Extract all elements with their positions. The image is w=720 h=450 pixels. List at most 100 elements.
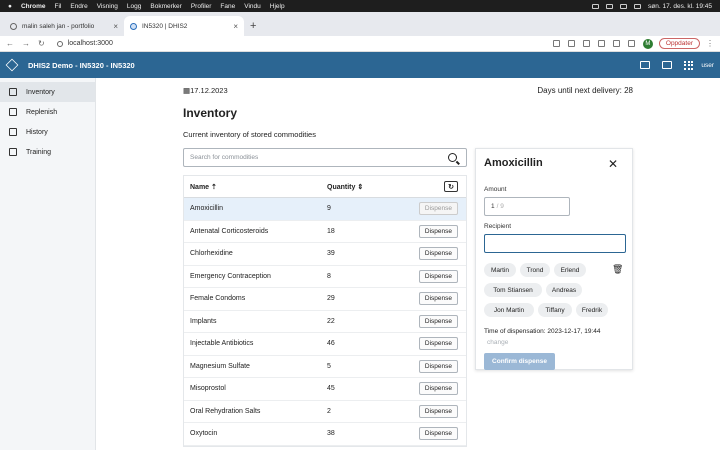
dhis2-logo-icon[interactable] [5,58,19,72]
recipient-chip[interactable]: Tiffany [538,303,572,317]
commodity-quantity: 46 [327,340,335,348]
table-row[interactable]: Female Condoms 29 Dispense [184,288,466,311]
recipient-input[interactable] [484,234,626,253]
dispense-button[interactable]: Dispense [418,269,458,283]
search-placeholder: Search for commodities [190,154,259,161]
new-tab-icon[interactable]: + [250,20,256,32]
quantity-column-header[interactable]: Quantity ⇕ [327,183,412,191]
browser-tab-dhis2[interactable]: IN5320 | DHIS2 × [124,16,244,36]
menu-logg[interactable]: Logg [127,3,141,10]
sidepanel-icon[interactable] [627,40,635,47]
table-row[interactable]: Oxytocin 38 Dispense [184,423,466,446]
table-row[interactable]: Antenatal Corticosteroids 18 Dispense [184,221,466,243]
dispense-button[interactable]: Dispense [418,202,458,216]
close-tab-icon[interactable]: × [113,22,118,31]
search-input[interactable]: Search for commodities [183,148,467,167]
app-menu[interactable]: Chrome [21,3,46,10]
dispense-button[interactable]: Dispense [418,224,458,238]
delivery-countdown: Days until next delivery: 28 [537,86,633,95]
table-row[interactable]: Amoxicillin 9 Dispense [184,198,466,221]
recipient-chip[interactable]: Jon Martin [484,303,534,317]
menubar-clock[interactable]: søn. 17. des. kl. 19:45 [648,3,712,10]
translate-icon[interactable] [567,40,575,47]
menu-endre[interactable]: Endre [70,3,87,10]
dispense-button[interactable]: Dispense [418,382,458,396]
profile-avatar[interactable]: M [642,38,653,49]
battery-icon[interactable] [620,3,628,9]
status-icon[interactable] [592,3,600,9]
sidebar-item-label: Training [26,148,52,156]
update-button[interactable]: Oppdater [658,38,700,49]
table-row[interactable]: Misoprostol 45 Dispense [184,378,466,401]
open-in-app-icon[interactable] [552,40,560,47]
dispense-button[interactable]: Dispense [418,404,458,418]
sidebar-item-history[interactable]: History [0,122,95,142]
extensions-icon[interactable] [612,40,620,47]
apps-grid-icon[interactable] [684,60,694,70]
menu-vindu[interactable]: Vindu [244,3,261,10]
table-row[interactable]: Oral Rehydration Salts 2 Dispense [184,401,466,423]
commodity-name: Antenatal Corticosteroids [190,227,269,235]
confirm-dispense-button[interactable]: Confirm dispense [484,353,555,370]
sidebar-item-training[interactable]: Training [0,142,95,162]
menu-fane[interactable]: Fane [220,3,235,10]
wifi-icon[interactable] [606,3,614,9]
tab-title: malin saleh jan - portfolio [22,22,95,30]
globe-icon [10,22,17,30]
menu-visning[interactable]: Visning [97,3,118,10]
table-row[interactable]: Magnesium Sulfate 5 Dispense [184,356,466,378]
recipient-chip[interactable]: Andreas [546,283,582,297]
site-info-icon[interactable] [56,40,63,47]
url-field[interactable]: localhost:3000 [53,38,545,50]
menu-bokmerker[interactable]: Bokmerker [150,3,181,10]
menu-hjelp[interactable]: Hjelp [270,3,285,10]
table-row[interactable]: Injectable Antibiotics 46 Dispense [184,333,466,356]
table-body: Amoxicillin 9 Dispense Antenatal Corticoste… [184,198,466,446]
more-options-icon[interactable]: ⋮ [706,39,714,48]
change-time-link[interactable]: change [487,339,508,346]
sidebar-item-replenish[interactable]: Replenish [0,102,95,122]
recipient-chip[interactable]: Tom Stiansen [484,283,542,297]
recipient-chip[interactable]: Martin [484,263,516,277]
messages-icon[interactable] [640,61,651,69]
table-row[interactable]: Implants 22 Dispense [184,311,466,333]
dispense-button[interactable]: Dispense [418,292,458,306]
back-icon[interactable]: ← [6,39,14,48]
address-bar: ← → ↻ localhost:3000 M Oppdater ⋮ [0,36,720,52]
commodity-quantity: 29 [327,295,335,303]
name-column-header[interactable]: Name ⇡ [184,183,327,191]
menu-profiler[interactable]: Profiler [191,3,212,10]
control-center-icon[interactable] [634,3,642,9]
mail-icon[interactable] [662,61,673,69]
inventory-table: Name ⇡ Quantity ⇕ ↻ Amoxicillin 9 Dispense… [183,175,467,447]
recipient-chip[interactable]: Trond [520,263,550,277]
forward-icon[interactable]: → [22,39,30,48]
table-row[interactable]: Emergency Contraception 8 Dispense [184,266,466,288]
dhis2-header: DHIS2 Demo - IN5320 - IN5320 user [0,52,720,78]
dispense-button[interactable]: Dispense [418,427,458,441]
user-profile[interactable]: user [701,62,714,69]
dispense-button[interactable]: Dispense [418,359,458,373]
sort-asc-icon[interactable]: ⇡ [211,184,217,191]
trash-icon[interactable]: 🗑 [612,264,623,275]
dispense-button[interactable]: Dispense [418,337,458,351]
share-icon[interactable] [582,40,590,47]
commodity-quantity: 8 [327,272,331,280]
recipient-chip[interactable]: Fredrik [576,303,608,317]
table-row[interactable]: Chlorhexidine 39 Dispense [184,243,466,266]
amount-field[interactable]: 1 / 9 [484,197,570,216]
search-icon[interactable] [448,153,457,162]
dispense-button[interactable]: Dispense [418,247,458,261]
reload-icon[interactable]: ↻ [38,39,45,48]
sidebar-item-inventory[interactable]: Inventory [0,82,95,102]
recipient-chip[interactable]: Erlend [554,263,586,277]
close-tab-icon[interactable]: × [233,22,238,31]
dispense-button[interactable]: Dispense [418,314,458,328]
menu-fil[interactable]: Fil [55,3,62,10]
refresh-icon[interactable]: ↻ [444,181,458,192]
apple-icon[interactable]: ● [8,3,12,10]
browser-tab-portfolio[interactable]: malin saleh jan - portfolio × [4,16,124,36]
close-icon[interactable]: ✕ [608,157,618,171]
sort-icon[interactable]: ⇕ [357,184,363,191]
bookmark-star-icon[interactable] [597,40,605,47]
